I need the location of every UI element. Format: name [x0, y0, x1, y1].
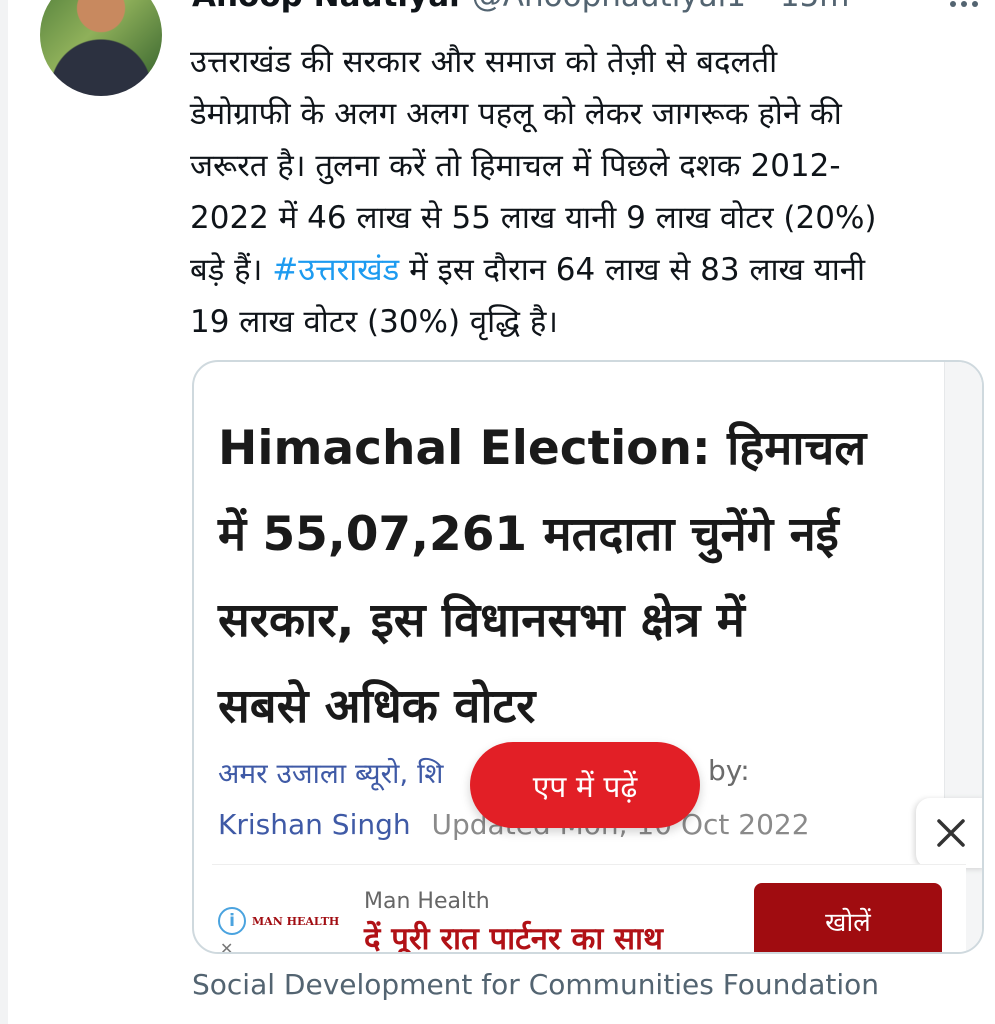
- tweet-text: उत्तराखंड की सरकार और समाज को तेज़ी से ब…: [190, 36, 970, 348]
- byline-by: by:: [708, 754, 750, 787]
- header-separator: ·: [758, 0, 768, 14]
- open-in-app-button[interactable]: एप में पढ़ें: [470, 742, 700, 828]
- tweet-text-segment: बड़े हैं।: [190, 252, 263, 288]
- tweet-text-line: 19 लाख वोटर (30%) वृद्धि है।: [190, 304, 559, 340]
- tweet-text-line: उत्तराखंड की सरकार और समाज को तेज़ी से ब…: [190, 44, 778, 80]
- left-margin: [0, 0, 8, 1024]
- author-avatar[interactable]: [40, 0, 162, 96]
- ad-logo: MAN HEALTH: [252, 915, 340, 928]
- author-name[interactable]: Anoop Nautiyal: [192, 0, 460, 14]
- ad-headline: दें पूरी रात पार्टनर का साथ: [364, 921, 663, 954]
- ad-open-button[interactable]: खोलें: [754, 883, 942, 952]
- byline-source[interactable]: अमर उजाला ब्यूरो, शि: [218, 754, 443, 792]
- link-preview-card[interactable]: Himachal Election: हिमाचल में 55,07,261 …: [192, 360, 984, 954]
- hashtag-link[interactable]: #उत्तराखंड: [272, 252, 399, 288]
- ad-brand: Man Health: [364, 889, 490, 914]
- tweet-text-line: 2022 में 46 लाख से 55 लाख यानी 9 लाख वोट…: [190, 200, 877, 236]
- info-icon[interactable]: i: [218, 907, 246, 935]
- tweet-header: Anoop Nautiyal @Anoopnautiyal1 · 15m: [192, 0, 850, 18]
- more-horizontal-icon[interactable]: [944, 0, 984, 18]
- author-handle[interactable]: @Anoopnautiyal1: [472, 0, 746, 14]
- article-title-line: सरकार, इस विधानसभा क्षेत्र में: [218, 593, 745, 648]
- article-title-line: Himachal Election: हिमाचल: [218, 421, 867, 476]
- article-title: Himachal Election: हिमाचल में 55,07,261 …: [218, 406, 938, 750]
- tweet-text-segment: में इस दौरान 64 लाख से 83 लाख यानी: [409, 252, 865, 288]
- close-icon: [937, 819, 965, 847]
- tweet-text-line: डेमोग्राफी के अलग अलग पहलू को लेकर जागरू…: [190, 96, 842, 132]
- tweet-text-line: बड़े हैं। #उत्तराखंड में इस दौरान 64 लाख…: [190, 244, 970, 296]
- close-ad-button[interactable]: [916, 798, 982, 868]
- tweet-text-line: जरूरत है। तुलना करें तो हिमाचल में पिछले…: [190, 148, 841, 184]
- byline-author[interactable]: Krishan Singh: [218, 808, 411, 841]
- small-close-icon[interactable]: ✕: [220, 939, 233, 952]
- ad-banner[interactable]: i ✕ MAN HEALTH Man Health दें पूरी रात प…: [212, 864, 966, 954]
- article-title-line: में 55,07,261 मतदाता चुनेंगे नई: [218, 507, 839, 562]
- card-source[interactable]: Social Development for Communities Found…: [192, 968, 879, 1001]
- tweet-timestamp[interactable]: 15m: [780, 0, 850, 14]
- article-title-line: सबसे अधिक वोटर: [218, 679, 536, 734]
